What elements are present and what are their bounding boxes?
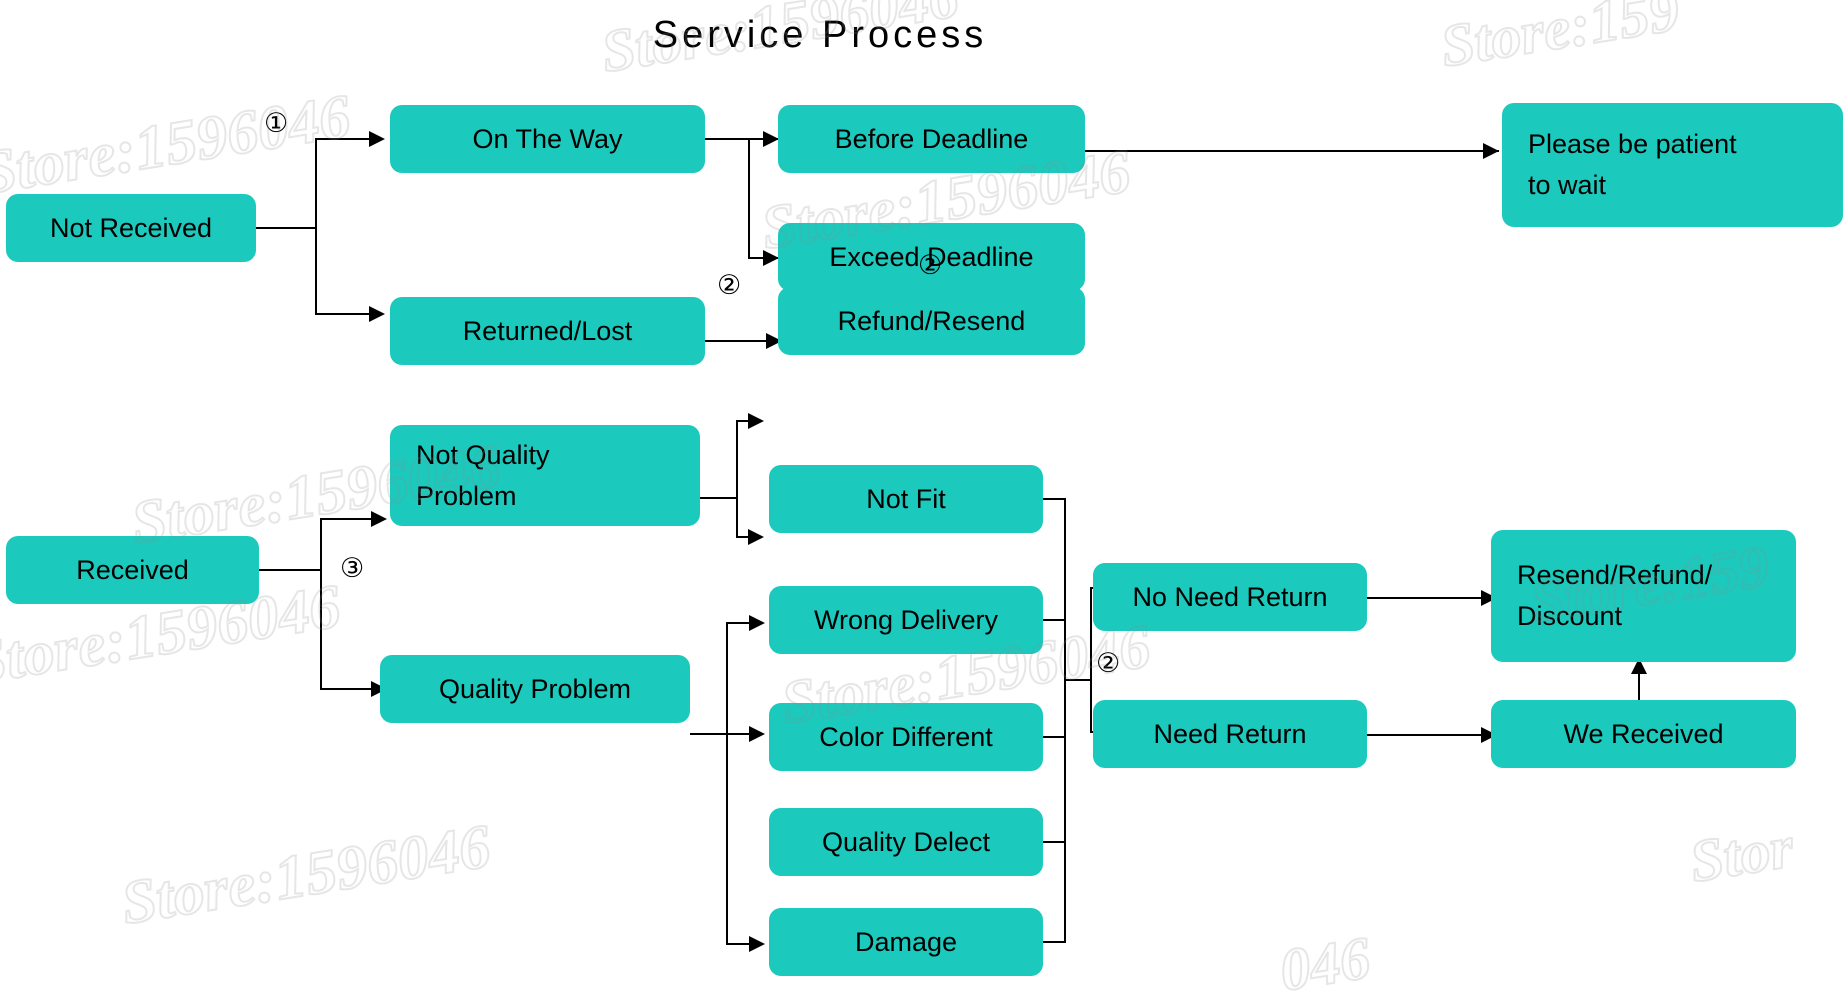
node-label-line2: Discount xyxy=(1517,601,1623,631)
step-marker-3: ③ xyxy=(340,553,365,584)
node-on-the-way[interactable]: On The Way xyxy=(390,105,705,173)
connector-need-return-to-we-received xyxy=(1367,734,1487,736)
connector-returned-lost-to-refund xyxy=(705,340,771,342)
node-label: Quality Problem xyxy=(438,673,632,704)
node-label: Refund/Resend xyxy=(837,305,1026,336)
arrowhead-not-fit xyxy=(748,413,764,429)
node-label-line1: Not Quality xyxy=(416,439,550,470)
connector-not-quality-out xyxy=(700,497,738,499)
arrowhead-wrong-delivery xyxy=(748,529,764,545)
node-quality-delect[interactable]: Quality Delect xyxy=(769,808,1043,876)
node-label: Wrong Delivery xyxy=(813,604,999,635)
connector-to-quality-problem xyxy=(320,688,372,690)
node-not-fit[interactable]: Not Fit xyxy=(769,465,1043,533)
connector-received-bus xyxy=(320,518,322,690)
arrowhead-before-deadline xyxy=(763,131,779,147)
connector-no-need-return-to-resend xyxy=(1367,597,1487,599)
connector-stub-wrong-delivery xyxy=(1043,619,1065,621)
node-wrong-delivery[interactable]: Wrong Delivery xyxy=(769,586,1043,654)
node-label: Before Deadline xyxy=(834,123,1029,154)
page-title: Service Process xyxy=(652,14,988,56)
connector-on-the-way-out xyxy=(705,138,750,140)
connector-not-received-out xyxy=(256,227,316,229)
connector-quality-bus xyxy=(726,622,728,944)
connector-not-quality-bus xyxy=(736,420,738,538)
node-label: Quality Delect xyxy=(821,826,991,857)
node-label: No Need Return xyxy=(1132,581,1328,612)
connector-to-not-quality-problem xyxy=(320,518,372,520)
watermark: Stor xyxy=(1684,812,1798,895)
node-label: On The Way xyxy=(472,123,623,154)
node-label: Damage xyxy=(854,926,958,957)
node-no-need-return[interactable]: No Need Return xyxy=(1093,563,1367,631)
watermark: 046 xyxy=(1274,923,1375,1000)
service-process-flowchart: Store:1596046 Store:159 Store:1596046 St… xyxy=(0,0,1843,1000)
node-label-line2: Problem xyxy=(416,480,517,511)
node-refund-resend[interactable]: Refund/Resend xyxy=(778,287,1085,355)
arrowhead-color-different xyxy=(749,615,765,631)
connector-stub-damage xyxy=(1043,941,1065,943)
node-label-line1: Resend/Refund/ xyxy=(1517,560,1713,590)
node-please-be-patient[interactable]: Please be patient to wait xyxy=(1502,103,1843,227)
node-not-received[interactable]: Not Received xyxy=(6,194,256,262)
node-label: Need Return xyxy=(1153,718,1307,749)
node-label: Not Received xyxy=(49,212,213,243)
connector-not-received-bus xyxy=(315,138,317,314)
step-marker-1: ① xyxy=(264,108,289,139)
connector-collector-bus xyxy=(1064,498,1066,943)
connector-return-split-bus xyxy=(1090,587,1092,733)
step-marker-2-returned: ② xyxy=(717,270,742,301)
connector-stub-color-different xyxy=(1043,736,1065,738)
node-label: We Received xyxy=(1563,718,1724,749)
connector-received-out xyxy=(259,569,321,571)
node-color-different[interactable]: Color Different xyxy=(769,703,1043,771)
step-marker-2-return: ② xyxy=(1096,648,1121,679)
node-label: Color Different xyxy=(819,721,993,752)
node-label-line2: to wait xyxy=(1528,170,1607,200)
connector-collector-out xyxy=(1064,679,1092,681)
watermark: Store:1596046 xyxy=(116,811,496,938)
watermark: Store:1596046 xyxy=(0,81,356,208)
arrowhead-on-the-way xyxy=(369,131,385,147)
node-we-received[interactable]: We Received xyxy=(1491,700,1796,768)
node-label: Received xyxy=(76,554,189,585)
arrowhead-please-be-patient xyxy=(1483,143,1499,159)
arrowhead-returned-lost xyxy=(369,306,385,322)
node-quality-problem[interactable]: Quality Problem xyxy=(380,655,690,723)
arrowhead-damage xyxy=(749,936,765,952)
node-damage[interactable]: Damage xyxy=(769,908,1043,976)
node-before-deadline[interactable]: Before Deadline xyxy=(778,105,1085,173)
node-not-quality-problem[interactable]: Not Quality Problem xyxy=(390,425,700,526)
connector-stub-quality-delect xyxy=(1043,841,1065,843)
node-received[interactable]: Received xyxy=(6,536,259,604)
node-label: Not Fit xyxy=(866,483,946,514)
connector-stub-not-fit xyxy=(1043,498,1065,500)
arrowhead-exceed-deadline xyxy=(763,250,779,266)
connector-to-returned-lost xyxy=(315,313,369,315)
arrowhead-quality-delect xyxy=(749,726,765,742)
connector-deadline-bus xyxy=(748,138,750,258)
node-label: Returned/Lost xyxy=(462,315,633,346)
connector-before-deadline-to-wait xyxy=(1085,150,1499,152)
step-marker-2-exceed: ② xyxy=(918,250,943,281)
node-resend-refund-discount[interactable]: Resend/Refund/ Discount xyxy=(1491,530,1796,662)
arrowhead-not-quality-problem xyxy=(371,511,387,527)
connector-to-on-the-way xyxy=(315,138,369,140)
node-need-return[interactable]: Need Return xyxy=(1093,700,1367,768)
node-returned-lost[interactable]: Returned/Lost xyxy=(390,297,705,365)
node-label-line1: Please be patient xyxy=(1528,129,1737,159)
